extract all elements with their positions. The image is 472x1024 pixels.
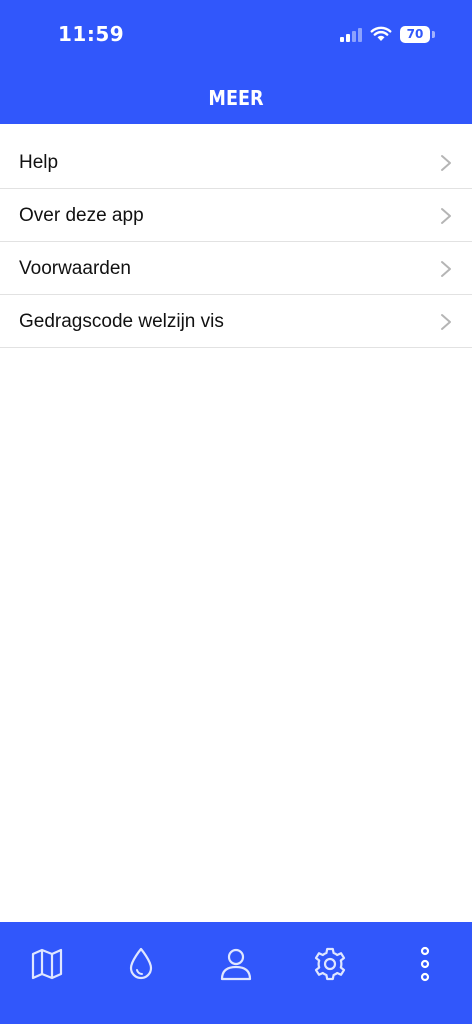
menu-item-label: Help [19,152,59,173]
menu-item-terms[interactable]: Voorwaarden [0,242,472,295]
chevron-right-icon [441,261,451,277]
menu-item-about[interactable]: Over deze app [0,189,472,242]
more-vertical-icon [420,946,430,982]
water-drop-icon [129,947,153,980]
menu-item-label: Gedragscode welzijn vis [19,311,224,332]
wifi-icon [370,26,392,41]
tab-water[interactable] [111,934,171,994]
battery-tip [432,31,435,38]
menu-item-help[interactable]: Help [0,136,472,189]
more-menu-list: Help Over deze app Voorwaarden Gedragsco… [0,136,472,348]
menu-item-code-of-conduct[interactable]: Gedragscode welzijn vis [0,295,472,348]
bottom-tab-bar [0,922,472,1024]
tab-map[interactable] [17,934,77,994]
user-icon [220,948,252,981]
tab-more[interactable] [395,934,455,994]
tab-settings[interactable] [300,934,360,994]
chevron-right-icon [441,208,451,224]
page-title: MEER [208,86,264,110]
top-app-bar: 11:59 70 MEER [0,0,472,124]
chevron-right-icon [441,314,451,330]
map-icon [31,948,63,980]
gear-icon [314,947,346,981]
status-time: 11:59 [58,22,125,46]
menu-item-label: Voorwaarden [19,258,131,279]
tab-profile[interactable] [206,934,266,994]
cellular-signal-icon [340,28,362,42]
chevron-right-icon [441,155,451,171]
battery-indicator: 70 [400,26,430,43]
menu-item-label: Over deze app [19,205,144,226]
